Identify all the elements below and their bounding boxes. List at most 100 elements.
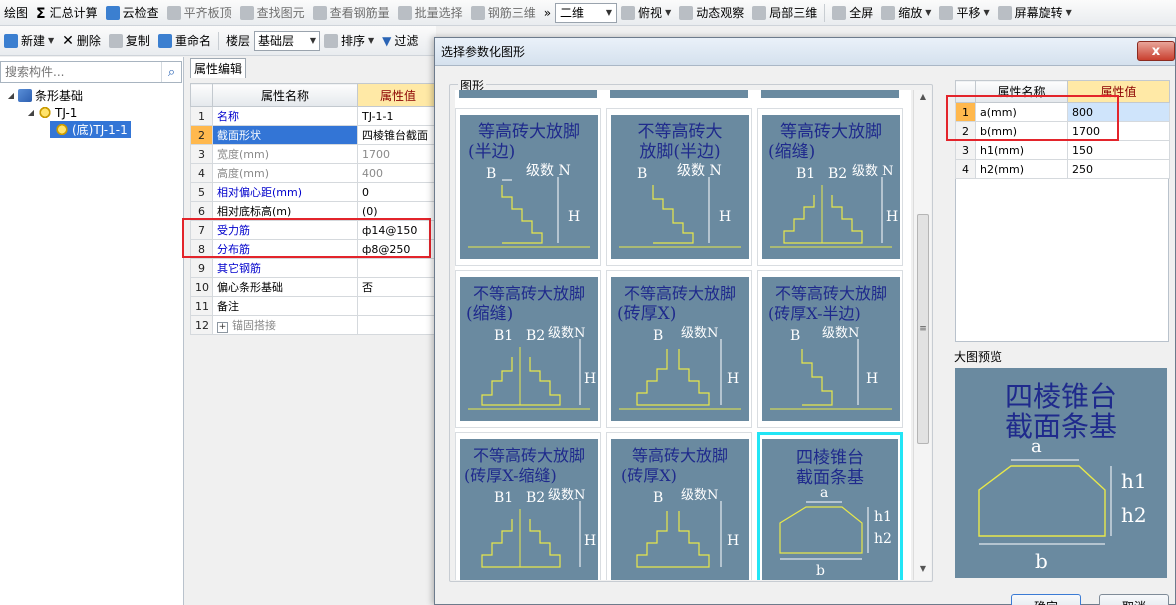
batch-select-button[interactable]: 批量选择 bbox=[394, 2, 467, 24]
table-row[interactable]: 5 相对偏心距(mm) 0 bbox=[190, 182, 439, 202]
table-row[interactable]: 6 相对底标高(m) (0) bbox=[190, 201, 439, 221]
tree-node-tj1[interactable]: ◢ TJ-1 bbox=[0, 104, 182, 121]
shape-tile-partial[interactable] bbox=[761, 90, 899, 98]
property-value[interactable] bbox=[357, 315, 439, 335]
shape-tile-brick-thickness-x[interactable]: 不等高砖大放脚 (砖厚X) B 级数N H bbox=[606, 270, 752, 428]
table-row[interactable]: 9 其它钢筋 bbox=[190, 258, 439, 278]
expand-plus-icon[interactable]: + bbox=[217, 322, 228, 333]
table-row[interactable]: 1 a(mm) 800 bbox=[955, 102, 1170, 122]
table-row[interactable]: 7 受力筋 ф14@150 bbox=[190, 220, 439, 240]
ok-button[interactable]: 确定 bbox=[1011, 594, 1081, 605]
table-row[interactable]: 2 截面形状 四棱锥台截面 bbox=[190, 125, 439, 145]
selected-node[interactable]: (底)TJ-1-1 bbox=[50, 121, 131, 138]
new-button[interactable]: 新建 ▼ bbox=[0, 30, 58, 52]
scroll-up-icon[interactable]: ▲ bbox=[914, 92, 932, 106]
collapse-arrow-icon[interactable]: ◢ bbox=[26, 108, 36, 117]
floor-select[interactable]: 基础层 ▼ bbox=[253, 30, 320, 51]
draw-button[interactable]: 绘图 bbox=[0, 2, 32, 24]
scrollbar-thumb[interactable]: ≡ bbox=[917, 214, 929, 444]
shape-tile-brick-equal-thickness-x[interactable]: 等高砖大放脚 (砖厚X) B 级数N H bbox=[606, 432, 752, 580]
row-number: 1 bbox=[955, 102, 976, 122]
dim-b2-label: B2 bbox=[828, 166, 847, 182]
shape-title-line1: 不等高砖大放脚 bbox=[624, 284, 736, 303]
table-row[interactable]: 8 分布筋 ф8@250 bbox=[190, 239, 439, 259]
close-button[interactable]: x bbox=[1137, 41, 1175, 61]
local-3d-button[interactable]: 局部三维 bbox=[748, 2, 821, 24]
view-rebar-qty-button[interactable]: 查看钢筋量 bbox=[309, 2, 394, 24]
rename-button[interactable]: 重命名 bbox=[154, 30, 215, 52]
property-value[interactable]: 400 bbox=[357, 163, 439, 183]
rebar-3d-button[interactable]: 钢筋三维 bbox=[467, 2, 540, 24]
dim-h-label: H bbox=[568, 209, 580, 225]
dynamic-view-label: 动态观察 bbox=[696, 6, 745, 20]
property-value[interactable]: TJ-1-1 bbox=[357, 106, 439, 126]
tab-property-edit[interactable]: 属性编辑 bbox=[190, 58, 246, 78]
screen-rotate-button[interactable]: 屏幕旋转 ▼ bbox=[994, 2, 1076, 24]
property-value[interactable]: ф8@250 bbox=[357, 239, 439, 259]
table-row[interactable]: 12 + 锚固搭接 bbox=[190, 315, 439, 335]
param-value[interactable]: 250 bbox=[1067, 159, 1170, 179]
table-row[interactable]: 4 h2(mm) 250 bbox=[955, 159, 1170, 179]
dim-b-label: b bbox=[816, 563, 825, 579]
shape-tile-pyramid-frustum-selected[interactable]: 四棱锥台 截面条基 a h1 h2 b bbox=[757, 432, 903, 580]
table-row[interactable]: 2 b(mm) 1700 bbox=[955, 121, 1170, 141]
align-slab-button[interactable]: 平齐板顶 bbox=[163, 2, 236, 24]
delete-button[interactable]: ✕ 删除 bbox=[58, 30, 105, 52]
param-value[interactable]: 150 bbox=[1067, 140, 1170, 160]
property-value[interactable]: 四棱锥台截面 bbox=[357, 125, 439, 145]
shape-tile-brick-thickness-x-half[interactable]: 不等高砖大放脚 (砖厚X-半边) B 级数N H bbox=[757, 270, 903, 428]
table-row[interactable]: 3 h1(mm) 150 bbox=[955, 140, 1170, 160]
param-value[interactable]: 800 bbox=[1067, 102, 1170, 122]
close-icon: ✕ bbox=[62, 32, 74, 49]
brick-step-drawing: 等高砖大放脚 (缩缝) B1 B2 级数 N H bbox=[768, 122, 898, 248]
dynamic-view-button[interactable]: 动态观察 bbox=[675, 2, 748, 24]
shape-tile-brick-equal-joint[interactable]: 等高砖大放脚 (缩缝) B1 B2 级数 N H bbox=[757, 108, 903, 266]
table-row[interactable]: 3 宽度(mm) 1700 bbox=[190, 144, 439, 164]
table-row[interactable]: 10 偏心条形基础 否 bbox=[190, 277, 439, 297]
property-value[interactable]: (0) bbox=[357, 201, 439, 221]
shape-tile-brick-unequal-joint[interactable]: 不等高砖大放脚 (缩缝) B1 B2 级数N H bbox=[455, 270, 601, 428]
property-value[interactable]: 0 bbox=[357, 182, 439, 202]
dim-h1-label: h1 bbox=[1121, 469, 1147, 493]
table-row[interactable]: 11 备注 bbox=[190, 296, 439, 316]
header-name: 属性名称 bbox=[212, 83, 358, 107]
shape-tile-partial[interactable] bbox=[459, 90, 597, 98]
shape-tile-brick-thickness-x-joint[interactable]: 不等高砖大放脚 (砖厚X-缩缝) B1 B2 级数N H bbox=[455, 432, 601, 580]
toolbar-overflow-button[interactable]: » bbox=[540, 2, 555, 24]
property-name: 宽度(mm) bbox=[212, 144, 358, 164]
shape-tile-partial[interactable] bbox=[610, 90, 748, 98]
shape-tile-brick-unequal-half[interactable]: 不等高砖大 放脚(半边) B 级数 N H bbox=[606, 108, 752, 266]
pan-button[interactable]: 平移 ▼ bbox=[935, 2, 993, 24]
search-icon[interactable]: ⌕ bbox=[161, 62, 181, 82]
tree-node-strip-foundation[interactable]: ◢ 条形基础 bbox=[0, 87, 182, 104]
property-value[interactable]: 1700 bbox=[357, 144, 439, 164]
property-value[interactable] bbox=[357, 258, 439, 278]
property-value[interactable]: ф14@150 bbox=[357, 220, 439, 240]
cancel-button[interactable]: 取消 bbox=[1099, 594, 1169, 605]
tree-node-tj1-1[interactable]: (底)TJ-1-1 bbox=[0, 121, 182, 138]
scroll-down-icon[interactable]: ▼ bbox=[914, 564, 932, 578]
fullscreen-button[interactable]: 全屏 bbox=[828, 2, 877, 24]
cloud-check-button[interactable]: 云检查 bbox=[102, 2, 163, 24]
gallery-scrollbar[interactable]: ▲ ≡ ▼ bbox=[913, 90, 931, 580]
dim-b1-label: B1 bbox=[796, 166, 815, 182]
property-value[interactable] bbox=[357, 296, 439, 316]
property-value[interactable]: 否 bbox=[357, 277, 439, 297]
table-row[interactable]: 1 名称 TJ-1-1 bbox=[190, 106, 439, 126]
summary-calc-button[interactable]: Σ 汇总计算 bbox=[32, 2, 102, 24]
view-mode-select[interactable]: 二维 ▼ bbox=[555, 2, 618, 23]
copy-button[interactable]: 复制 bbox=[105, 30, 154, 52]
search-input[interactable] bbox=[1, 62, 161, 82]
top-view-label: 俯视 bbox=[638, 6, 663, 20]
summary-label: 汇总计算 bbox=[49, 6, 98, 20]
zoom-button[interactable]: 缩放 ▼ bbox=[877, 2, 935, 24]
shape-tile-brick-equal-half[interactable]: 等高砖大放脚 (半边) B 级数 N H bbox=[455, 108, 601, 266]
top-view-button[interactable]: 俯视 ▼ bbox=[617, 2, 675, 24]
filter-button[interactable]: ▼ 过滤 bbox=[378, 30, 422, 52]
collapse-arrow-icon[interactable]: ◢ bbox=[6, 91, 16, 100]
find-element-button[interactable]: 查找图元 bbox=[236, 2, 309, 24]
table-row[interactable]: 4 高度(mm) 400 bbox=[190, 163, 439, 183]
sort-button[interactable]: 排序 ▼ bbox=[320, 30, 378, 52]
dialog-title: 选择参数化图形 bbox=[441, 45, 526, 59]
param-value[interactable]: 1700 bbox=[1067, 121, 1170, 141]
